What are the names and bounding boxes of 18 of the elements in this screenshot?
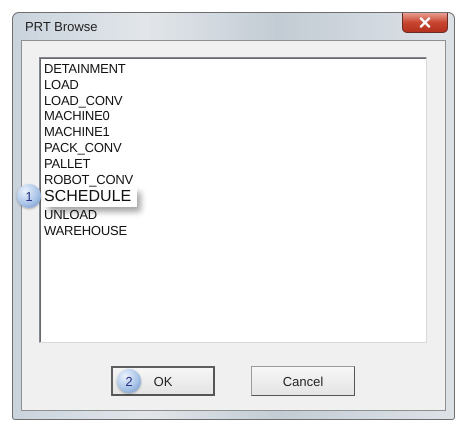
list-item[interactable]: LOAD_CONV (44, 92, 122, 108)
list-item[interactable]: ROBOT_CONV (44, 172, 134, 188)
list-item[interactable]: SCHEDULE (44, 187, 138, 208)
window-title: PRT Browse (24, 19, 98, 34)
list-item[interactable]: PACK_CONV (44, 140, 122, 156)
dialog-button[interactable]: 2 OK (111, 366, 215, 396)
callout-marker: 2 (117, 369, 141, 393)
close-icon (419, 17, 431, 28)
list-item[interactable]: MACHINE0 (44, 108, 110, 124)
list-item[interactable]: WAREHOUSE (44, 223, 127, 239)
list-item[interactable]: MACHINE1 (44, 124, 110, 140)
list-item[interactable]: DETAINMENT (44, 61, 126, 77)
close-button[interactable] (402, 13, 448, 33)
callout-marker: 1 (17, 184, 41, 208)
list-item[interactable]: PALLET (44, 156, 90, 172)
list-item[interactable]: UNLOAD (44, 207, 97, 224)
dialog-button[interactable]: Cancel (251, 366, 355, 396)
list-item[interactable]: LOAD (44, 76, 79, 93)
